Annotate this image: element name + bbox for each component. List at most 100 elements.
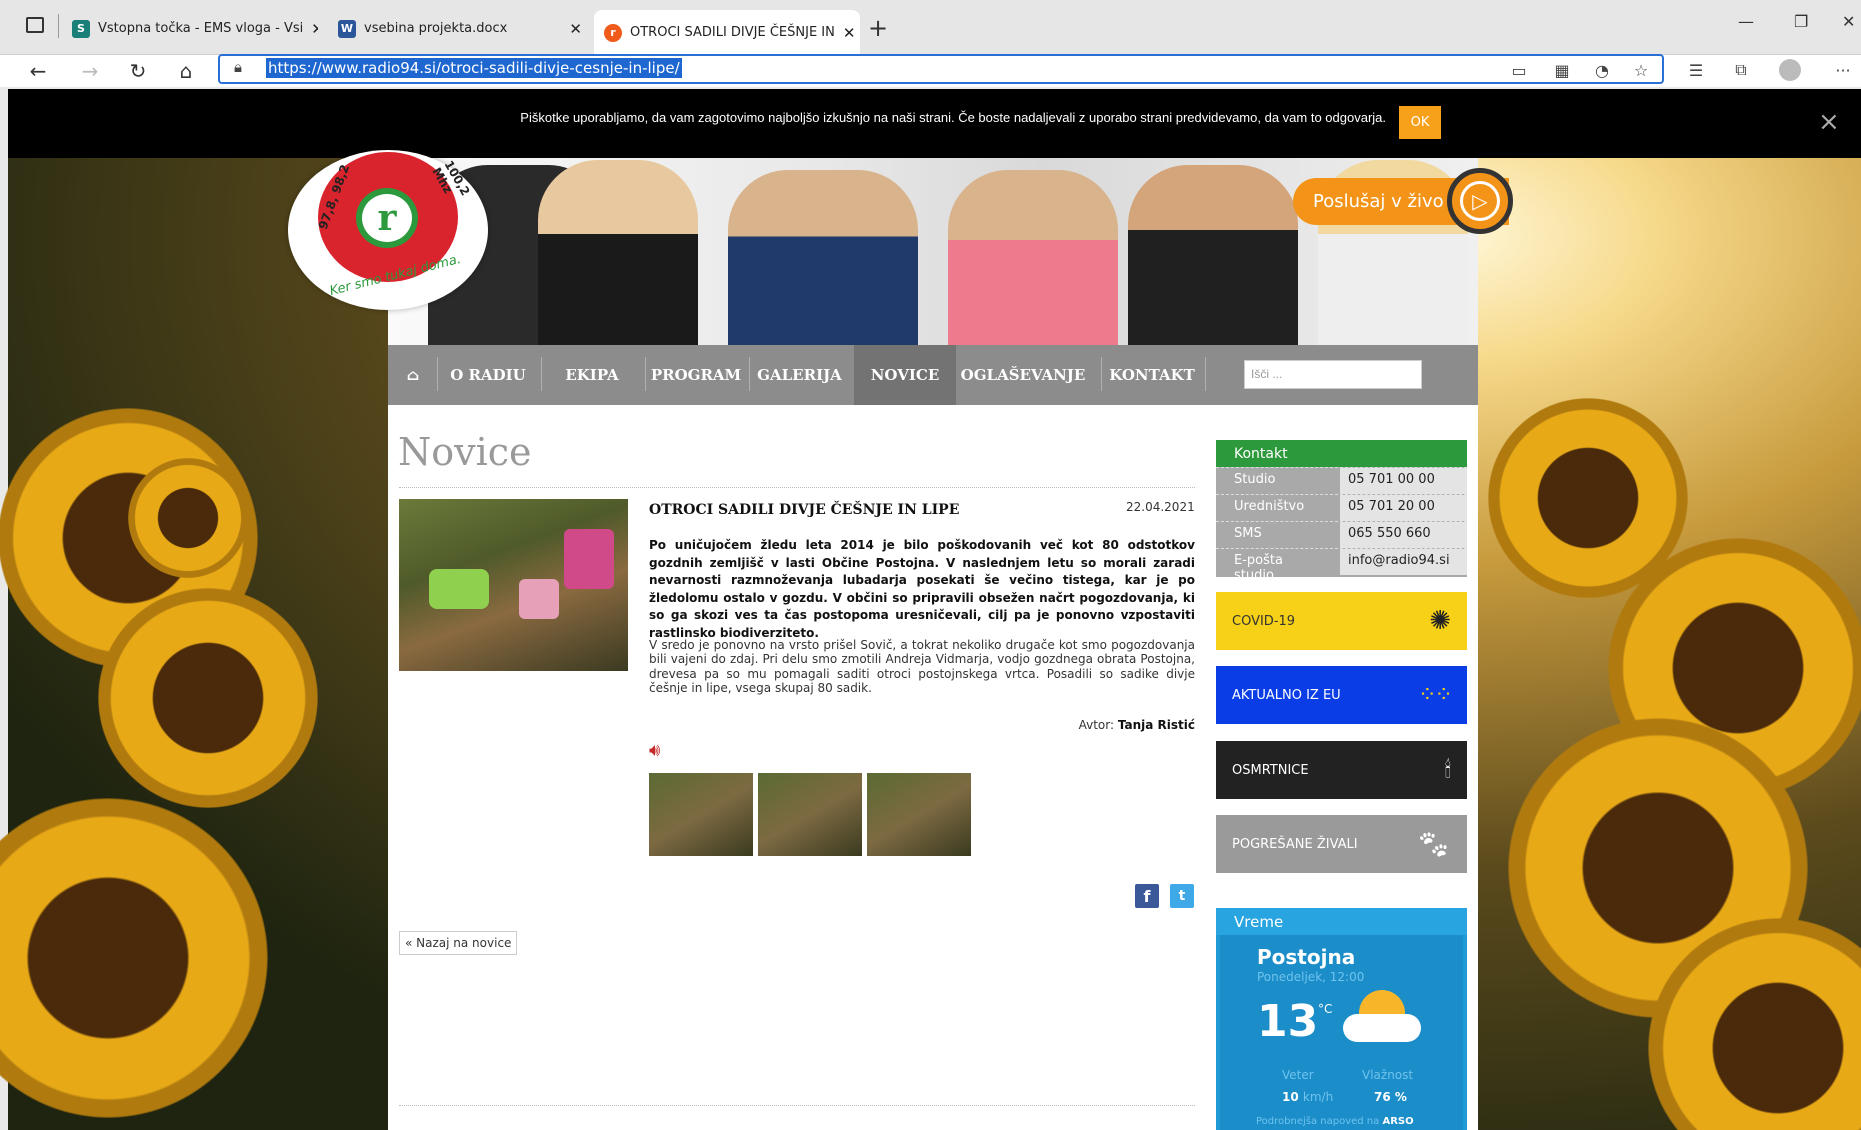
lock-icon[interactable]: 🔒︎: [234, 58, 242, 76]
article-main-image[interactable]: [399, 499, 628, 671]
tab-title: vsebina projekta.docx: [364, 21, 508, 36]
search-input[interactable]: Išči ...: [1244, 360, 1422, 389]
nav-separator: [1101, 357, 1102, 391]
nav-item-galerija[interactable]: GALERIJA: [755, 345, 844, 405]
contact-row: E-pošta studio info@radio94.si: [1216, 548, 1467, 583]
weather-more-label: Podrobnejša napoved na: [1256, 1116, 1380, 1127]
eu-label: AKTUALNO IZ EU: [1232, 687, 1341, 703]
nav-item-o-radiu[interactable]: O RADIU: [446, 345, 530, 405]
tab-divider: [58, 14, 59, 38]
new-tab-button[interactable]: +: [868, 14, 888, 42]
play-icon: ▷: [1460, 181, 1500, 221]
logo-letter: r: [356, 188, 418, 248]
humidity-label: Vlažnost: [1362, 1068, 1414, 1082]
contact-title: Kontakt: [1216, 440, 1467, 467]
contact-label: E-pošta studio: [1234, 553, 1283, 583]
browser-tab-3-active[interactable]: r OTROCI SADILI DIVJE ČEŠNJE IN ✕: [594, 10, 860, 55]
contact-label: Uredništvo: [1234, 499, 1305, 514]
tab-close-icon[interactable]: ✕: [303, 20, 318, 38]
qr-code-icon[interactable]: ▦: [1549, 57, 1575, 83]
eu-news-button[interactable]: AKTUALNO IZ EU ⁘⁘: [1216, 666, 1467, 724]
audio-speaker-icon[interactable]: 🔊︎: [649, 740, 660, 761]
twitter-share-icon[interactable]: t: [1170, 884, 1194, 908]
radio94-icon: r: [604, 23, 622, 42]
collections-icon[interactable]: ⧉: [1728, 57, 1754, 83]
covid-19-button[interactable]: COVID-19 ✺: [1216, 592, 1467, 650]
divider: [399, 1105, 1195, 1106]
article-title: OTROCI SADILI DIVJE ČEŠNJE IN LIPE: [649, 502, 960, 518]
wind-unit: km/h: [1302, 1090, 1334, 1104]
contact-email[interactable]: info@radio94.si: [1340, 549, 1467, 575]
contact-value: 065 550 660: [1340, 522, 1467, 548]
page-title: Novice: [398, 430, 532, 474]
tab-close-icon[interactable]: ✕: [561, 20, 582, 38]
nav-separator: [437, 357, 438, 391]
tracking-prevention-icon[interactable]: ◔: [1589, 57, 1615, 83]
obituaries-label: OSMRTNICE: [1232, 762, 1309, 778]
back-arrow-icon[interactable]: ←: [22, 55, 54, 87]
obituaries-button[interactable]: OSMRTNICE 🕯︎: [1216, 741, 1467, 799]
restore-icon[interactable]: ❐: [1794, 12, 1808, 31]
contact-label: Studio: [1234, 472, 1276, 487]
wind-speed: 10: [1282, 1090, 1299, 1104]
tab-actions-icon[interactable]: [26, 17, 44, 33]
nav-item-kontakt[interactable]: KONTAKT: [1109, 345, 1195, 405]
radio94-logo[interactable]: r 97,8, 98,2 100,2 Mhz Ker smo tukaj dom…: [288, 150, 488, 310]
tab-title: OTROCI SADILI DIVJE ČEŠNJE IN: [630, 25, 835, 40]
home-icon[interactable]: ⌂: [170, 55, 202, 87]
lost-pets-label: POGREŠANE ŽIVALI: [1232, 836, 1358, 852]
gallery-thumbnail[interactable]: [758, 773, 862, 856]
nav-item-novice[interactable]: NOVICE: [854, 345, 956, 405]
nav-separator: [749, 357, 750, 391]
app-available-icon[interactable]: ▭: [1506, 57, 1532, 83]
cookie-close-icon[interactable]: ×: [1818, 107, 1840, 137]
paw-icon: 🐾︎: [1415, 827, 1451, 861]
url-text[interactable]: https://www.radio94.si/otroci-sadili-div…: [266, 58, 682, 78]
cookie-ok-button[interactable]: OK: [1399, 106, 1441, 139]
browser-tab-1[interactable]: S Vstopna točka - EMS vloga - Vsi ✕: [62, 12, 318, 45]
weather-source[interactable]: Podrobnejša napoved na ARSO: [1256, 1116, 1414, 1127]
author-label: Avtor:: [1078, 718, 1115, 732]
weather-temp: 13: [1257, 996, 1319, 1047]
contact-row: SMS 065 550 660: [1216, 521, 1467, 548]
contact-row: Studio 05 701 00 00: [1216, 467, 1467, 494]
nav-item-program[interactable]: PROGRAM: [651, 345, 741, 405]
gallery-thumbnail[interactable]: [867, 773, 971, 856]
word-icon: W: [338, 19, 356, 38]
article-date: 22.04.2021: [1126, 500, 1195, 514]
candle-icon: 🕯︎: [1444, 757, 1451, 783]
browser-tab-2[interactable]: W vsebina projekta.docx ✕: [328, 12, 592, 45]
nav-home-icon[interactable]: ⌂: [396, 345, 430, 405]
contact-row: Uredništvo 05 701 20 00: [1216, 494, 1467, 521]
sharepoint-icon: S: [72, 19, 90, 38]
nav-item-ekipa[interactable]: EKIPA: [548, 345, 636, 405]
more-menu-icon[interactable]: ···: [1830, 57, 1856, 83]
gallery-thumbnail[interactable]: [649, 773, 753, 856]
favorites-icon[interactable]: ☰: [1683, 57, 1709, 83]
nav-separator: [1205, 357, 1206, 391]
nav-item-oglasevanje[interactable]: OGLAŠEVANJE: [961, 345, 1086, 405]
play-button[interactable]: ▷: [1447, 168, 1513, 234]
profile-avatar[interactable]: [1779, 59, 1801, 81]
forward-arrow-icon[interactable]: →: [74, 55, 106, 87]
weather-source-name: ARSO: [1382, 1116, 1414, 1127]
article-author: Avtor: Tanja Ristić: [1000, 718, 1195, 732]
refresh-icon[interactable]: ↻: [122, 55, 154, 87]
contact-value: 05 701 20 00: [1340, 495, 1467, 521]
wind-value: 10 km/h: [1282, 1090, 1333, 1104]
facebook-share-icon[interactable]: f: [1135, 884, 1159, 908]
back-to-news-link[interactable]: « Nazaj na novice: [399, 931, 518, 955]
tab-close-icon[interactable]: ✕: [835, 24, 856, 42]
minimize-icon[interactable]: —: [1738, 12, 1754, 31]
partly-cloudy-icon: [1343, 990, 1421, 1042]
humidity-value: 76 %: [1374, 1090, 1407, 1104]
lost-pets-button[interactable]: POGREŠANE ŽIVALI 🐾︎: [1216, 815, 1467, 873]
weather-time: Ponedeljek, 12:00: [1257, 970, 1365, 984]
listen-live-label: Poslušaj v živo: [1313, 191, 1444, 212]
covid-label: COVID-19: [1232, 613, 1296, 629]
virus-icon: ✺: [1429, 606, 1451, 636]
add-favorite-icon[interactable]: ☆: [1628, 57, 1654, 83]
weather-city: Postojna: [1257, 945, 1356, 969]
contact-label: SMS: [1234, 526, 1262, 541]
close-window-icon[interactable]: ✕: [1842, 12, 1855, 31]
